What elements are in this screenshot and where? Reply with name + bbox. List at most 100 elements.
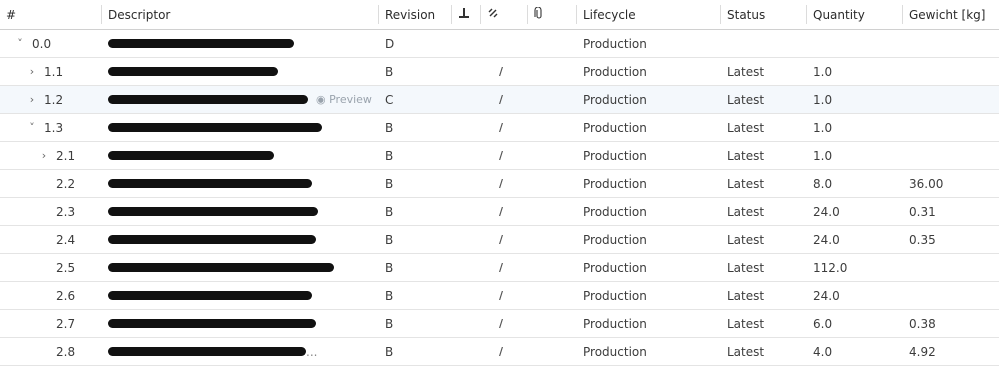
row-number: 2.3 bbox=[0, 198, 100, 225]
lifecycle-cell: Production bbox=[583, 176, 647, 191]
descriptor-cell[interactable] bbox=[102, 226, 378, 253]
status-cell: Latest bbox=[727, 344, 765, 359]
gewicht-cell bbox=[903, 142, 999, 169]
table-row[interactable]: › 2.1 B ∕ Production Latest 1.0 bbox=[0, 142, 999, 170]
quantity-cell: 1.0 bbox=[813, 120, 833, 135]
link-cell bbox=[481, 30, 527, 57]
header-attachment-column[interactable] bbox=[528, 0, 574, 29]
table-row[interactable]: › 1.1 B ∕ Production Latest 1.0 bbox=[0, 58, 999, 86]
row-number-label: 2.8 bbox=[56, 344, 76, 359]
row-number: ˅ 1.3 bbox=[0, 114, 100, 141]
table-row[interactable]: ˅ 1.3 B ∕ Production Latest 1.0 bbox=[0, 114, 999, 142]
redacted-text bbox=[108, 291, 312, 300]
row-number: ˅ 0.0 bbox=[0, 30, 100, 57]
link-cell: ∕ bbox=[481, 114, 527, 141]
redacted-text bbox=[108, 235, 316, 244]
header-descriptor[interactable]: Descriptor bbox=[102, 0, 378, 29]
descriptor-cell[interactable] bbox=[102, 254, 378, 281]
row-number-label: 0.0 bbox=[32, 36, 52, 51]
bom-table: # Descriptor Revision Lifecycle Status Q… bbox=[0, 0, 999, 366]
descriptor-cell[interactable] bbox=[102, 30, 378, 57]
link-cell: ∕ bbox=[481, 254, 527, 281]
status-cell: Latest bbox=[727, 232, 765, 247]
preview-label: Preview bbox=[329, 93, 372, 106]
quantity-cell: 112.0 bbox=[813, 260, 848, 275]
header-gewicht[interactable]: Gewicht [kg] bbox=[903, 0, 999, 29]
descriptor-cell[interactable] bbox=[102, 114, 378, 141]
descriptor-cell[interactable] bbox=[102, 282, 378, 309]
table-row[interactable]: 2.3 B ∕ Production Latest 24.0 0.31 bbox=[0, 198, 999, 226]
chevron-right-icon[interactable]: › bbox=[26, 93, 38, 106]
redacted-text bbox=[108, 207, 318, 216]
link-cell: ∕ bbox=[481, 58, 527, 85]
row-number: 2.4 bbox=[0, 226, 100, 253]
row-number-label: 2.3 bbox=[56, 204, 76, 219]
lifecycle-cell: Production bbox=[583, 232, 647, 247]
redacted-text bbox=[108, 319, 316, 328]
descriptor-cell[interactable] bbox=[102, 310, 378, 337]
table-row[interactable]: 2.7 B ∕ Production Latest 6.0 0.38 bbox=[0, 310, 999, 338]
lifecycle-cell: Production bbox=[583, 64, 647, 79]
redacted-text bbox=[108, 151, 274, 160]
table-row[interactable]: 2.8 ... B ∕ Production Latest 4.0 4.92 bbox=[0, 338, 999, 366]
lifecycle-cell: Production bbox=[583, 316, 647, 331]
status-cell: Latest bbox=[727, 260, 765, 275]
link-icon: ∕ bbox=[499, 65, 504, 78]
table-row[interactable]: 2.5 B ∕ Production Latest 112.0 bbox=[0, 254, 999, 282]
descriptor-cell[interactable] bbox=[102, 58, 378, 85]
descriptor-cell[interactable]: ... bbox=[102, 338, 378, 365]
row-number-label: 2.4 bbox=[56, 232, 76, 247]
table-row[interactable]: 2.2 B ∕ Production Latest 8.0 36.00 bbox=[0, 170, 999, 198]
chevron-right-icon[interactable]: › bbox=[38, 149, 50, 162]
attachment-icon bbox=[534, 6, 544, 23]
chevron-down-icon[interactable]: ˅ bbox=[14, 37, 26, 50]
gewicht-cell bbox=[903, 114, 999, 141]
lifecycle-cell: Production bbox=[583, 288, 647, 303]
preview-link[interactable]: ◉ Preview bbox=[316, 93, 372, 106]
descriptor-cell[interactable] bbox=[102, 142, 378, 169]
link-icon: ∕ bbox=[499, 261, 504, 274]
status-cell: Latest bbox=[727, 92, 765, 107]
link-icon: ∕ bbox=[499, 205, 504, 218]
table-row[interactable]: 2.4 B ∕ Production Latest 24.0 0.35 bbox=[0, 226, 999, 254]
descriptor-cell[interactable] bbox=[102, 198, 378, 225]
redacted-text bbox=[108, 179, 312, 188]
header-pin-column[interactable] bbox=[452, 0, 480, 29]
pin-icon bbox=[458, 7, 470, 22]
redacted-text bbox=[108, 67, 278, 76]
redacted-text bbox=[108, 347, 306, 356]
table-row[interactable]: 2.6 B ∕ Production Latest 24.0 bbox=[0, 282, 999, 310]
table-row[interactable]: ˅ 0.0 D Production bbox=[0, 30, 999, 58]
revision-cell: B bbox=[385, 64, 394, 79]
gewicht-cell: 0.38 bbox=[909, 316, 936, 331]
link-cell: ∕ bbox=[481, 198, 527, 225]
status-cell: Latest bbox=[727, 288, 765, 303]
revision-cell: B bbox=[385, 204, 394, 219]
header-revision[interactable]: Revision bbox=[379, 0, 449, 29]
gewicht-cell bbox=[903, 254, 999, 281]
gewicht-cell: 0.35 bbox=[909, 232, 936, 247]
gewicht-cell: 4.92 bbox=[909, 344, 936, 359]
gewicht-cell bbox=[903, 282, 999, 309]
revision-cell: B bbox=[385, 120, 394, 135]
chevron-right-icon[interactable]: › bbox=[26, 65, 38, 78]
link-icon: ∕ bbox=[499, 93, 504, 106]
header-num[interactable]: # bbox=[0, 0, 100, 29]
table-row[interactable]: › 1.2 ◉ Preview C ∕ Production Latest 1.… bbox=[0, 86, 999, 114]
link-icon bbox=[487, 7, 499, 22]
header-quantity[interactable]: Quantity bbox=[807, 0, 900, 29]
header-lifecycle[interactable]: Lifecycle bbox=[577, 0, 719, 29]
header-link-column[interactable] bbox=[481, 0, 527, 29]
lifecycle-cell: Production bbox=[583, 204, 647, 219]
row-number: 2.7 bbox=[0, 310, 100, 337]
descriptor-cell[interactable] bbox=[102, 170, 378, 197]
status-cell: Latest bbox=[727, 316, 765, 331]
descriptor-cell[interactable]: ◉ Preview bbox=[102, 86, 378, 113]
header-status[interactable]: Status bbox=[721, 0, 805, 29]
row-number: 2.6 bbox=[0, 282, 100, 309]
table-header: # Descriptor Revision Lifecycle Status Q… bbox=[0, 0, 999, 30]
gewicht-cell bbox=[903, 86, 999, 113]
row-number: 2.8 bbox=[0, 338, 100, 365]
row-number-label: 2.5 bbox=[56, 260, 76, 275]
chevron-down-icon[interactable]: ˅ bbox=[26, 121, 38, 134]
